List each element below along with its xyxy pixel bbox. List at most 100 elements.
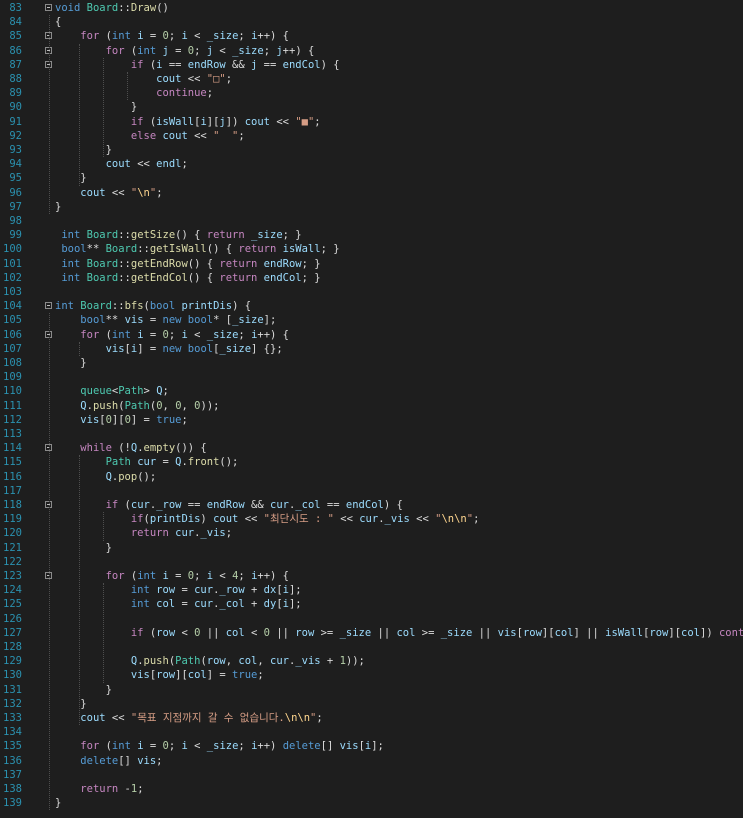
code-line[interactable]: 93 } xyxy=(0,143,743,157)
code-line[interactable]: 116 Q.pop(); xyxy=(0,470,743,484)
code-editor[interactable]: 83 void Board::Draw() 84{85 for (int i = 0… xyxy=(0,0,743,818)
code-token: getSize xyxy=(130,229,176,242)
code-line[interactable]: 106 for (int i = 0; i < _size; i++) { xyxy=(0,328,743,342)
code-token: _vis xyxy=(295,655,321,668)
code-line[interactable]: 92 else cout << " "; xyxy=(0,129,743,143)
code-line[interactable]: 88 cout << "□"; xyxy=(0,72,743,86)
code-line[interactable]: 124 int row = cur._row + dx[i]; xyxy=(0,583,743,597)
code-line[interactable]: 134 xyxy=(0,725,743,739)
code-token: ; xyxy=(238,570,252,582)
code-line[interactable]: 127 if (row < 0 || col < 0 || row >= _si… xyxy=(0,626,743,640)
code-text: if(printDis) cout << "최단시도 : " << cur._v… xyxy=(55,512,480,526)
code-line[interactable]: 99 int Board::getSize() { return _size; … xyxy=(0,228,743,242)
code-line[interactable]: 121 } xyxy=(0,541,743,555)
code-line[interactable]: 96 cout << "\n"; xyxy=(0,186,743,200)
line-number: 121 xyxy=(3,541,22,554)
code-line[interactable]: 87 if (i == endRow && j == endCol) { xyxy=(0,58,743,72)
code-line[interactable]: 128 xyxy=(0,640,743,654)
code-line[interactable]: 131 } xyxy=(0,683,743,697)
code-token: ] = xyxy=(137,342,163,355)
code-line[interactable]: 109 xyxy=(0,370,743,384)
code-token: :: xyxy=(118,2,131,14)
code-token: Path xyxy=(118,385,144,398)
code-token: (); xyxy=(219,456,239,469)
code-line[interactable]: 130 vis[row][col] = true; xyxy=(0,668,743,682)
line-number: 137 xyxy=(3,768,22,781)
code-line[interactable]: 123 for (int i = 0; i < 4; i++) { xyxy=(0,569,743,583)
line-number: 100 xyxy=(3,243,22,256)
code-line[interactable]: 112 vis[0][0] = true; xyxy=(0,413,743,427)
collapse-icon[interactable] xyxy=(45,302,52,310)
code-token: while xyxy=(80,442,112,455)
code-line[interactable]: 135 for (int i = 0; i < _size; i++) dele… xyxy=(0,739,743,753)
code-line[interactable]: 115 Path cur = Q.front(); xyxy=(0,455,743,469)
code-line[interactable]: 122 xyxy=(0,555,743,569)
code-text: cout << "\n"; xyxy=(55,186,163,200)
code-token: printDis xyxy=(181,300,233,313)
code-line[interactable]: 97} xyxy=(0,200,743,214)
code-token: || xyxy=(472,626,498,639)
line-number: 83 xyxy=(9,2,22,14)
code-line[interactable]: 120 return cur._vis; xyxy=(0,526,743,540)
code-token: ; xyxy=(257,669,264,682)
code-line[interactable]: 105 bool** vis = new bool* [_size]; xyxy=(0,313,743,327)
code-line[interactable]: 107 vis[i] = new bool[_size] {}; xyxy=(0,342,743,356)
code-token: col xyxy=(681,626,700,639)
line-number: 134 xyxy=(3,726,22,739)
code-line[interactable]: 139} xyxy=(0,796,743,810)
code-token: < xyxy=(213,570,233,582)
code-token: for xyxy=(80,30,100,43)
code-token: ; xyxy=(156,186,163,199)
code-line[interactable]: 102 int Board::getEndCol() { return endC… xyxy=(0,271,743,285)
code-line[interactable]: 114 while (!Q.empty()) { xyxy=(0,441,743,455)
code-token: _size xyxy=(232,44,264,57)
code-line[interactable]: 101 int Board::getEndRow() { return endR… xyxy=(0,257,743,271)
code-line[interactable]: 126 xyxy=(0,612,743,626)
code-token: cur xyxy=(270,499,289,511)
code-text: vis[0][0] = true; xyxy=(55,413,188,427)
code-line[interactable]: 119 if(printDis) cout << "최단시도 : " << cu… xyxy=(0,512,743,526)
code-text: for (int i = 0; i < _size; i++) { xyxy=(55,29,289,43)
code-line[interactable]: 118 if (cur._row == endRow && cur._col =… xyxy=(0,498,743,512)
code-line[interactable]: 94 cout << endl; xyxy=(0,157,743,171)
code-line[interactable]: 89 continue; xyxy=(0,86,743,100)
code-line[interactable]: 113 xyxy=(0,427,743,441)
code-token: _size xyxy=(206,30,239,43)
code-token: < xyxy=(213,44,233,57)
code-line[interactable]: 104 int Board::bfs(bool printDis) { xyxy=(0,299,743,313)
line-number: 105 xyxy=(3,314,22,327)
code-token: return xyxy=(130,527,169,540)
code-text: } xyxy=(55,100,137,114)
code-line[interactable]: 98 xyxy=(0,214,743,228)
code-token: Path xyxy=(175,655,201,668)
code-token: < xyxy=(175,626,195,639)
code-line[interactable]: 110 queue<Path> Q; xyxy=(0,384,743,398)
code-line[interactable]: 108 } xyxy=(0,356,743,370)
code-line[interactable]: 138 return -1; xyxy=(0,782,743,796)
code-text: } xyxy=(55,171,86,185)
code-line[interactable]: 137 xyxy=(0,768,743,782)
line-number: 119 xyxy=(3,513,22,526)
code-token: << xyxy=(238,513,264,526)
code-line[interactable]: 133 cout << "목표 지점까지 갈 수 없습니다.\n\n"; xyxy=(0,711,743,725)
code-line[interactable]: 100 bool** Board::getIsWall() { return i… xyxy=(0,242,743,256)
code-line[interactable]: 91 if (isWall[i][j]) cout << "■"; xyxy=(0,115,743,129)
code-line[interactable]: 86 for (int j = 0; j < _size; j++) { xyxy=(0,44,743,58)
code-line[interactable]: 125 int col = cur._col + dy[i]; xyxy=(0,597,743,611)
code-line[interactable]: 129 Q.push(Path(row, col, cur._vis + 1))… xyxy=(0,654,743,668)
code-line[interactable]: 117 xyxy=(0,484,743,498)
code-token: ; xyxy=(225,527,233,540)
code-line[interactable]: 111 Q.push(Path(0, 0, 0)); xyxy=(0,399,743,413)
code-line[interactable]: 84 { xyxy=(0,15,743,29)
code-line[interactable]: 136 delete[] vis; xyxy=(0,754,743,768)
code-line[interactable]: 83 void Board::Draw() xyxy=(0,1,743,15)
line-number: 114 xyxy=(3,442,22,455)
code-line[interactable]: 90 } xyxy=(0,100,743,114)
code-line[interactable]: 85 for (int i = 0; i < _size; i++) { xyxy=(0,29,743,43)
line-number: 107 xyxy=(3,342,22,355)
code-line[interactable]: 95 } xyxy=(0,171,743,185)
code-line[interactable]: 103 xyxy=(0,285,743,299)
code-token: ()) { xyxy=(175,442,207,455)
collapse-icon[interactable] xyxy=(45,4,52,11)
code-line[interactable]: 132 } xyxy=(0,697,743,711)
